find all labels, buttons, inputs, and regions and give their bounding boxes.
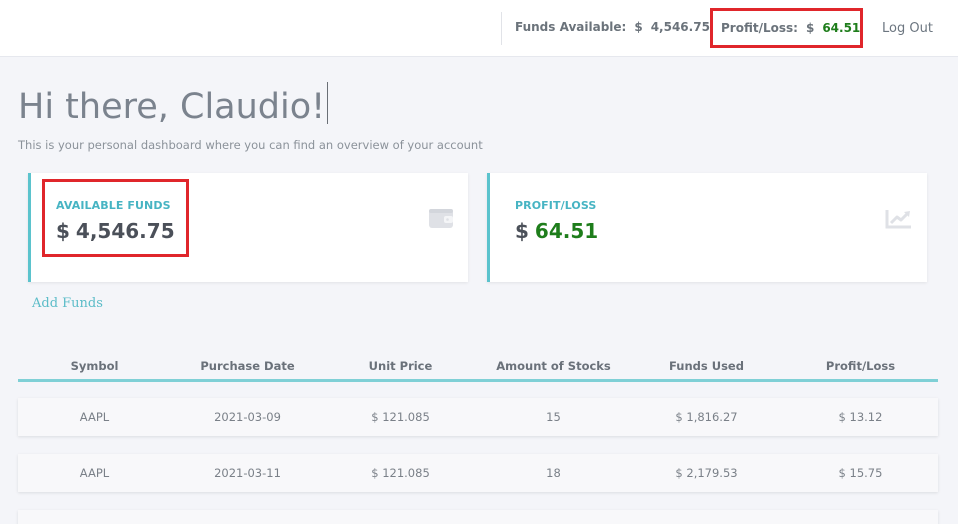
cell-amount: 18 (546, 466, 561, 480)
page-title: Hi there, Claudio! (18, 82, 329, 127)
navbar-funds-value: 4,546.75 (650, 20, 710, 34)
navbar-profit-value: 64.51 (822, 21, 861, 35)
cell-purchase-date: 2021-03-11 (214, 466, 281, 480)
cell-symbol: AAPL (79, 466, 110, 480)
profit-loss-label: PROFIT/LOSS (515, 199, 597, 212)
profit-loss-currency: $ (515, 219, 529, 243)
highlight-box (42, 179, 189, 257)
greeting-text: Hi there, Claudio! (18, 87, 326, 127)
holdings-table-header: Symbol Purchase Date Unit Price Amount o… (18, 355, 938, 382)
column-header-profit-loss: Profit/Loss (825, 359, 896, 373)
cell-amount: 15 (546, 410, 561, 424)
wallet-icon (428, 207, 454, 233)
profit-loss-amount: 64.51 (534, 219, 599, 243)
available-funds-currency: $ (56, 219, 70, 243)
cell-unit-price: $ 121.085 (371, 410, 430, 424)
navbar-profit-currency: $ (805, 21, 815, 35)
cell-profit-loss: $ 15.75 (838, 466, 883, 480)
navbar-divider (501, 12, 502, 45)
cell-funds-used: $ 1,816.27 (675, 410, 738, 424)
table-row (18, 510, 938, 524)
logout-link[interactable]: Log Out (882, 21, 933, 36)
cell-purchase-date: 2021-03-09 (214, 410, 281, 424)
navbar-profit-label: Profit/Loss: (721, 21, 798, 35)
table-row: AAPL 2021-03-11 $ 121.085 18 $ 2,179.53 … (18, 454, 938, 492)
column-header-symbol: Symbol (70, 359, 119, 373)
navbar-funds-available: Funds Available: $4,546.75 (515, 20, 710, 34)
available-funds-value: $4,546.75 (56, 219, 175, 243)
text-cursor (327, 82, 329, 124)
column-header-amount-of-stocks: Amount of Stocks (496, 359, 611, 373)
add-funds-link[interactable]: Add Funds (32, 296, 103, 311)
navbar-funds-currency: $ (634, 20, 643, 34)
available-funds-label: AVAILABLE FUNDS (56, 199, 171, 212)
column-header-purchase-date: Purchase Date (200, 359, 295, 373)
cell-symbol: AAPL (79, 410, 110, 424)
cell-funds-used: $ 2,179.53 (675, 466, 738, 480)
cell-profit-loss: $ 13.12 (838, 410, 883, 424)
top-navbar: Funds Available: $4,546.75 Profit/Loss: $6… (0, 0, 958, 57)
profit-loss-value: $64.51 (515, 219, 598, 243)
page-subtitle: This is your personal dashboard where yo… (18, 138, 483, 152)
available-funds-amount: 4,546.75 (75, 219, 175, 243)
profit-loss-card: PROFIT/LOSS $64.51 (487, 173, 927, 282)
column-header-funds-used: Funds Used (669, 359, 744, 373)
column-header-unit-price: Unit Price (368, 359, 433, 373)
navbar-funds-label: Funds Available: (515, 20, 627, 34)
available-funds-card: AVAILABLE FUNDS $4,546.75 (28, 173, 468, 282)
navbar-profit-loss: Profit/Loss: $64.51 (710, 8, 863, 48)
cell-unit-price: $ 121.085 (371, 466, 430, 480)
table-row: AAPL 2021-03-09 $ 121.085 15 $ 1,816.27 … (18, 398, 938, 436)
trending-up-icon (885, 207, 913, 233)
